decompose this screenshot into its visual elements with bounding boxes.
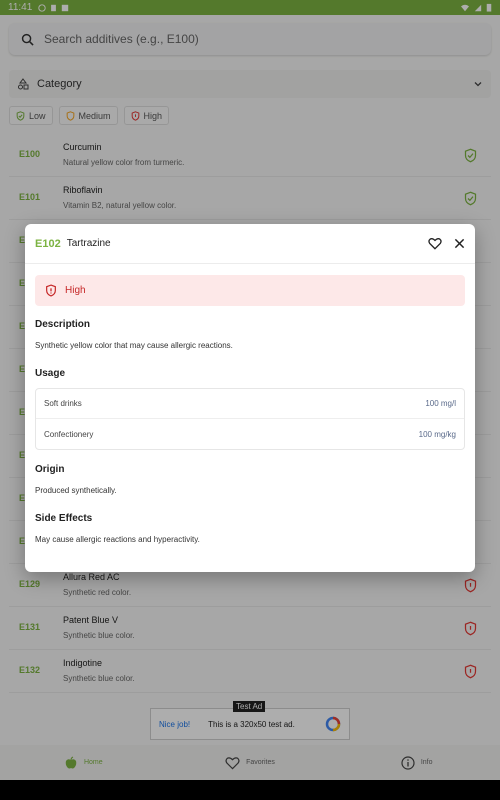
description-title: Description (35, 319, 91, 330)
heart-icon (428, 238, 442, 250)
description-text: Synthetic yellow color that may cause al… (35, 341, 233, 350)
favorite-button[interactable] (428, 237, 442, 250)
usage-title: Usage (35, 368, 66, 379)
dialog-header: E102 Tartrazine (25, 224, 475, 264)
close-icon (454, 238, 465, 249)
origin-text: Produced synthetically. (35, 486, 117, 495)
risk-level-label: High (65, 285, 86, 296)
side-effects-text: May cause allergic reactions and hyperac… (35, 535, 200, 544)
usage-row: Soft drinks 100 mg/l (36, 389, 464, 419)
dialog-actions (428, 237, 465, 250)
usage-amount: 100 mg/kg (418, 429, 456, 439)
usage-amount: 100 mg/l (425, 399, 456, 408)
usage-product: Confectionery (44, 429, 94, 439)
side-effects-title: Side Effects (35, 513, 93, 524)
dialog-additive-code: E102 (35, 237, 61, 250)
usage-row: Confectionery 100 mg/kg (36, 419, 464, 449)
origin-title: Origin (35, 464, 65, 475)
app-screen: 11:41 Category Low Medium Hig (0, 0, 500, 780)
shield-warning-icon (46, 284, 56, 297)
additive-detail-dialog: E102 Tartrazine High Description Synthet… (25, 224, 475, 572)
usage-product: Soft drinks (44, 399, 82, 408)
usage-table: Soft drinks 100 mg/l Confectionery 100 m… (35, 388, 465, 450)
close-button[interactable] (454, 238, 465, 249)
risk-level-banner: High (35, 275, 465, 306)
dialog-additive-name: Tartrazine (66, 238, 111, 249)
